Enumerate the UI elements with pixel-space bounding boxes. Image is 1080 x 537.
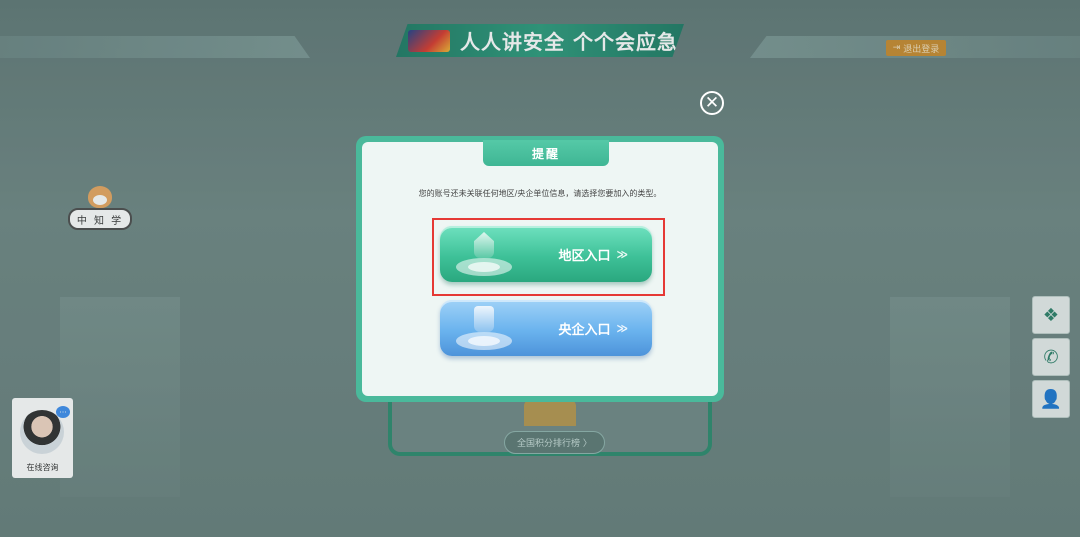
- chevron-right-icon: ≫: [616, 247, 627, 261]
- close-icon: ✕: [704, 92, 720, 113]
- central-entry-button[interactable]: 央企入口 ≫: [440, 300, 652, 356]
- region-emblem: [474, 232, 494, 258]
- chevron-right-icon: ≫: [616, 321, 627, 335]
- platform-base: [456, 258, 512, 276]
- building-emblem: [474, 306, 494, 332]
- building-icon: [456, 306, 512, 350]
- modal-message: 您的账号还未关联任何地区/央企单位信息，请选择您要加入的类型。: [418, 189, 662, 198]
- region-entry-button[interactable]: 地区入口 ≫: [440, 226, 652, 282]
- central-entry-label: 央企入口: [558, 322, 611, 338]
- modal-body: 提醒 您的账号还未关联任何地区/央企单位信息，请选择您要加入的类型。 地区入口 …: [362, 140, 718, 396]
- region-icon: [456, 232, 512, 276]
- close-button[interactable]: ✕: [700, 91, 724, 115]
- modal-title: 提醒: [483, 140, 609, 166]
- reminder-modal: 提醒 您的账号还未关联任何地区/央企单位信息，请选择您要加入的类型。 地区入口 …: [356, 136, 724, 402]
- platform-base: [456, 332, 512, 350]
- region-entry-label: 地区入口: [558, 248, 611, 264]
